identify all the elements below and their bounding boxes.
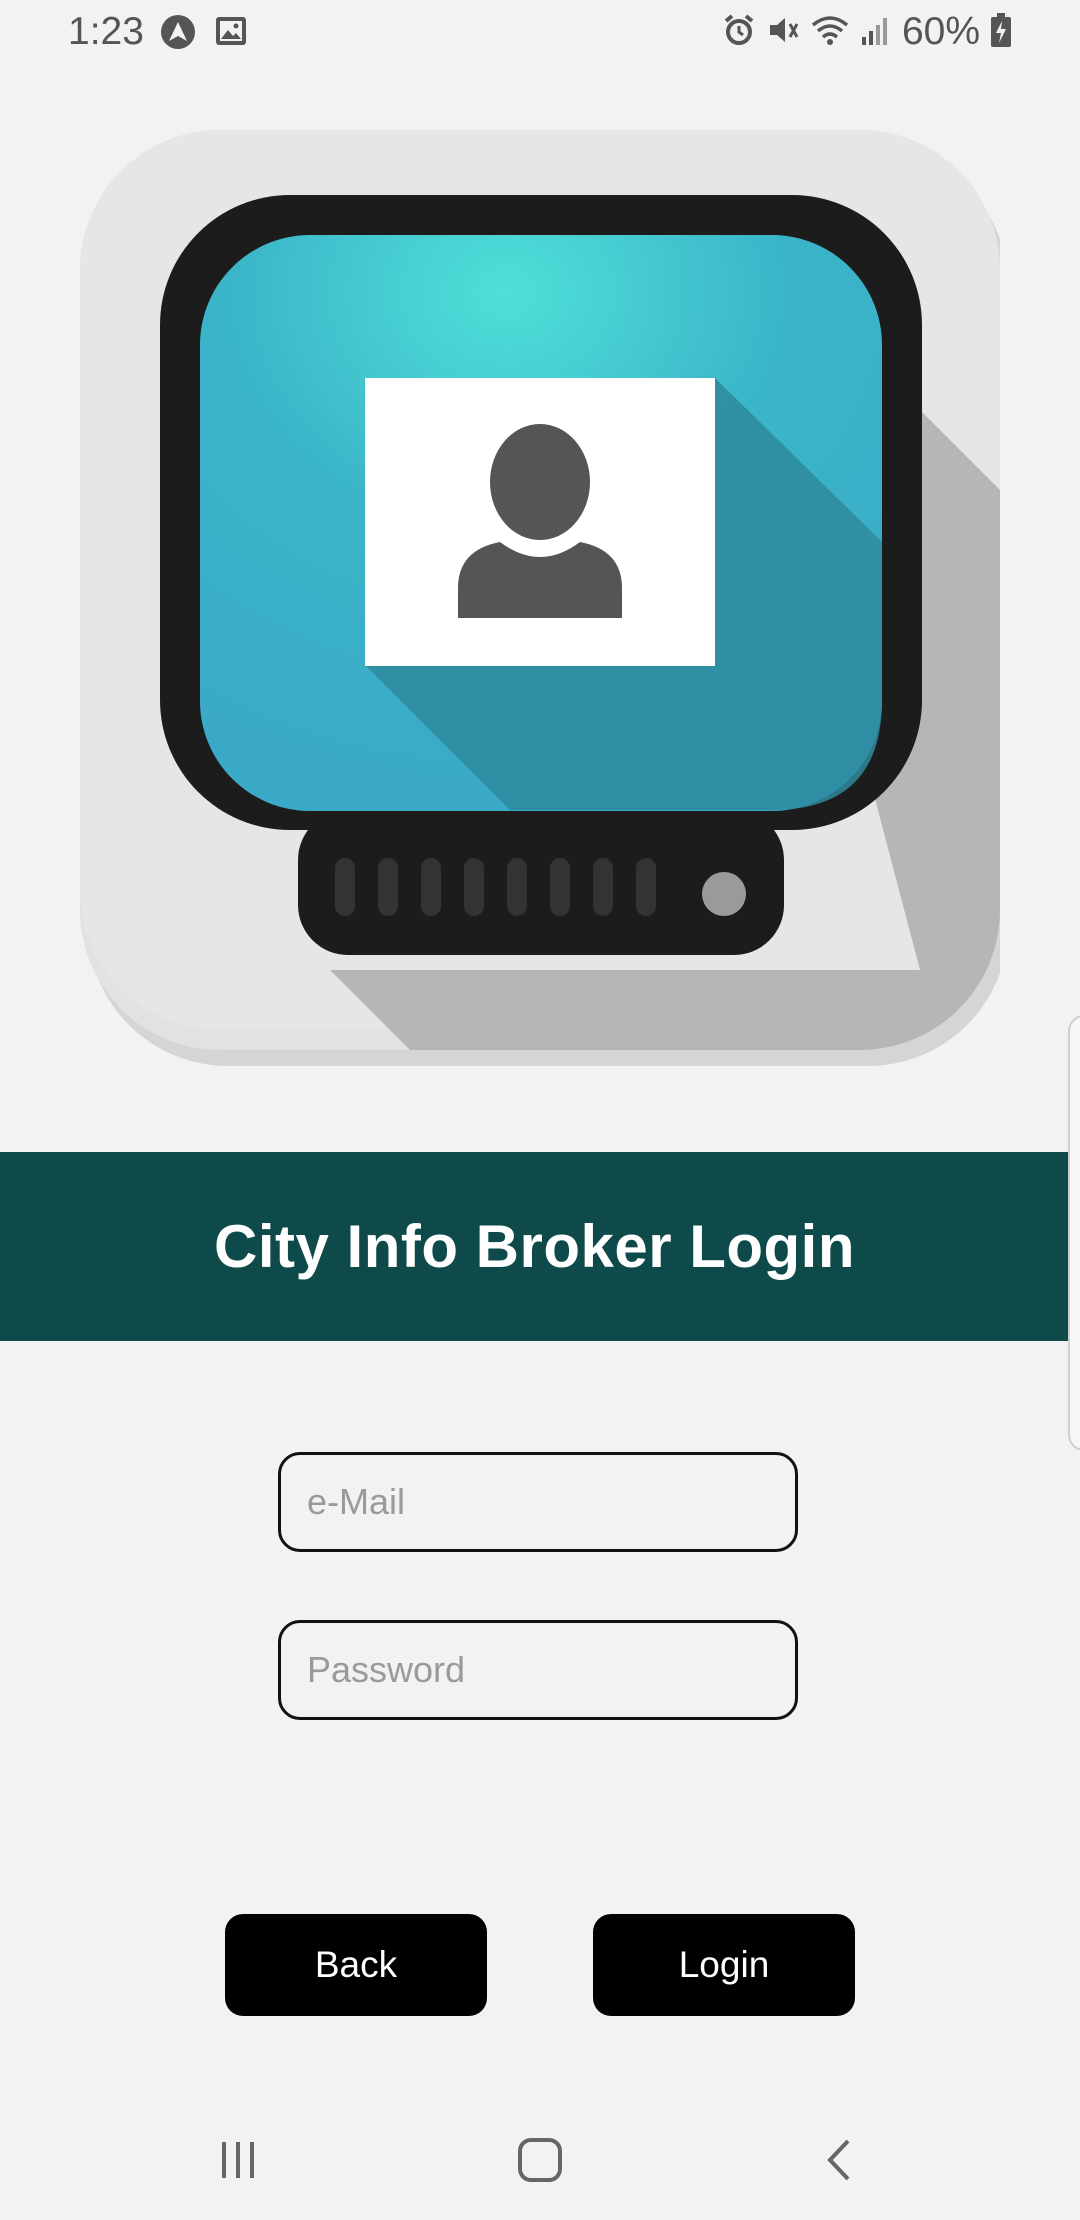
page-title: City Info Broker Login [214,1213,855,1280]
mute-icon [766,13,800,52]
home-icon [518,2138,562,2182]
status-left-icons [160,14,248,55]
status-right-icons: 60% [722,10,1012,54]
password-field[interactable] [278,1620,798,1720]
monitor-user-icon [80,130,1008,1066]
navigation-bar [0,2100,1080,2220]
app-logo [80,110,1008,1070]
home-button[interactable] [500,2128,580,2192]
back-button-label: Back [314,1944,398,1985]
navigation-arrow-icon [160,14,196,55]
status-bar: 1:23 60% [0,0,1080,64]
back-icon [827,2139,850,2181]
login-button-label: Login [678,1944,770,1985]
login-button[interactable]: Login [593,1914,855,2016]
email-input[interactable] [305,1480,795,1524]
nav-back-button[interactable] [800,2128,880,2192]
recents-icon [222,2142,254,2178]
image-icon [214,14,248,55]
title-banner: City Info Broker Login [0,1152,1069,1341]
edge-panel-handle[interactable] [1068,1015,1080,1451]
back-button[interactable]: Back [225,1914,487,2016]
wifi-icon [810,13,850,52]
recents-button[interactable] [198,2128,278,2192]
signal-icon [860,13,892,52]
password-input[interactable] [305,1648,795,1692]
battery-percent: 60% [901,10,980,53]
battery-charging-icon [990,12,1012,53]
alarm-icon [722,13,756,52]
email-field[interactable] [278,1452,798,1552]
status-time: 1:23 [68,10,144,53]
